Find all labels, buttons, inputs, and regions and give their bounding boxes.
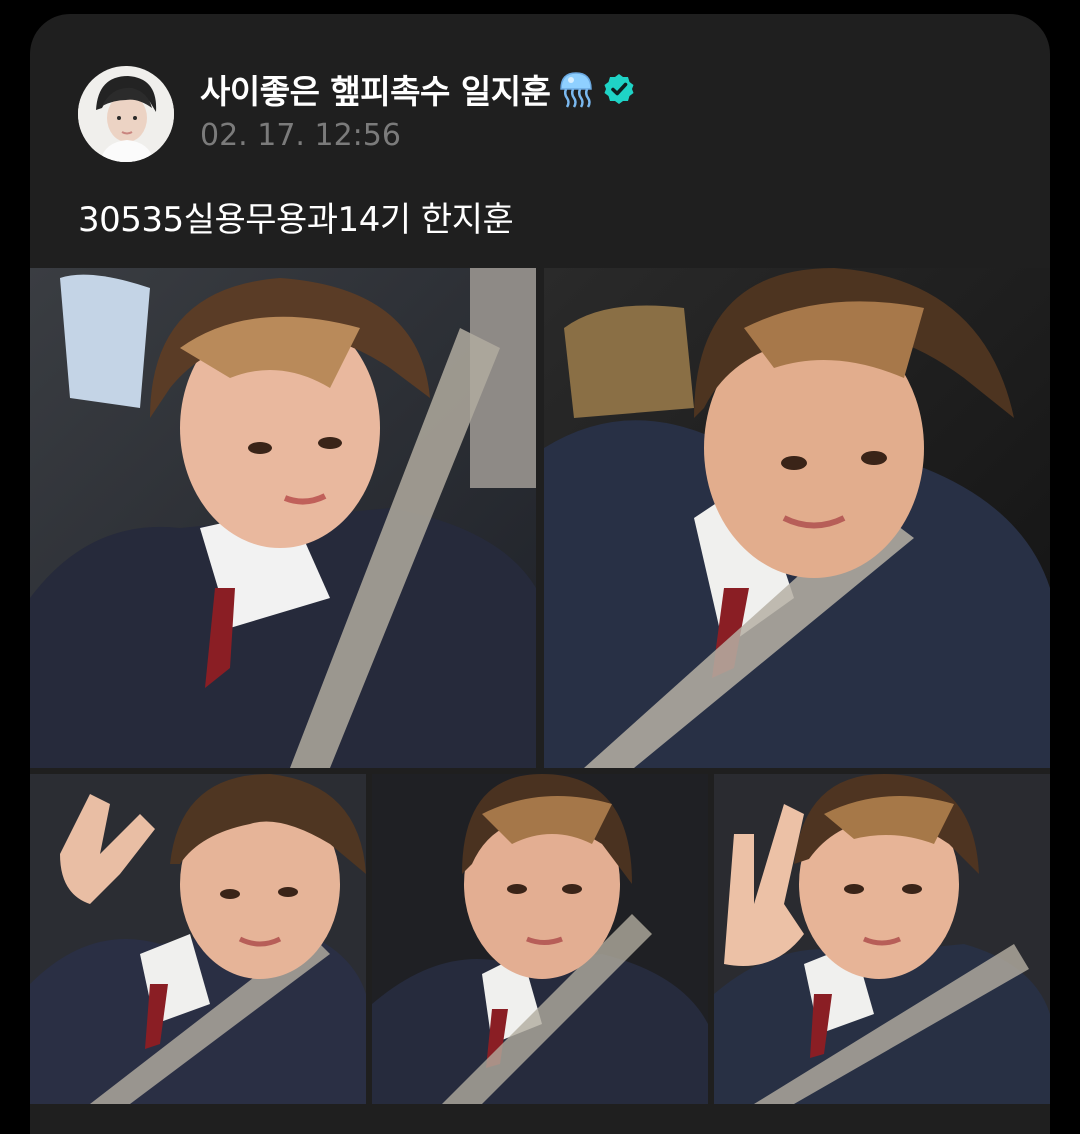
photo-5[interactable]: [714, 774, 1050, 1104]
photo-4[interactable]: [372, 774, 708, 1104]
post-timestamp: 02. 17. 12:56: [200, 118, 401, 153]
author-avatar[interactable]: [78, 66, 174, 162]
photo-2[interactable]: [544, 268, 1050, 768]
photo-1[interactable]: [30, 268, 536, 768]
photo-grid: [30, 268, 1050, 1104]
verified-badge-icon: [602, 72, 636, 106]
post-card: 사이좋은 햎피촉수 일지훈 02. 17. 12:56 30535실용무용과14…: [30, 14, 1050, 1134]
card-footer: [30, 1104, 1050, 1134]
photo-3[interactable]: [30, 774, 366, 1104]
author-name-row[interactable]: 사이좋은 햎피촉수 일지훈: [200, 66, 636, 112]
jellyfish-icon: [556, 69, 596, 109]
post-text: 30535실용무용과14기 한지훈: [78, 200, 514, 240]
author-name[interactable]: 사이좋은 햎피촉수 일지훈: [200, 65, 551, 113]
